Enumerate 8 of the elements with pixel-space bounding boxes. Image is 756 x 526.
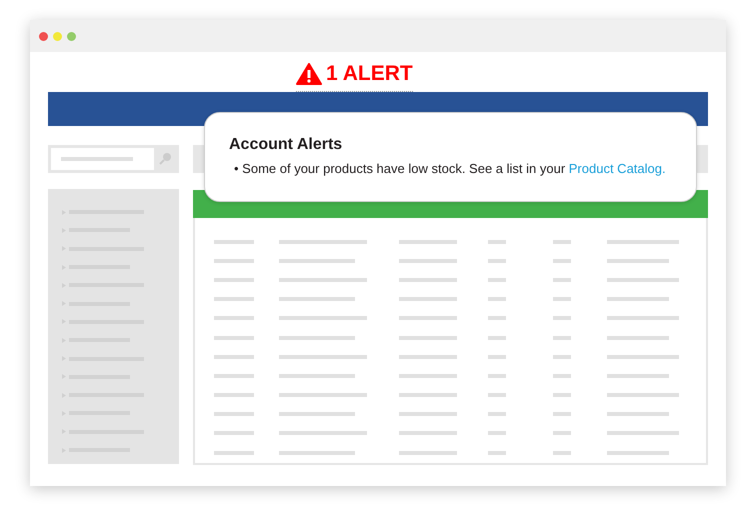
minimize-dot-icon[interactable]	[53, 32, 62, 40]
maximize-dot-icon[interactable]	[67, 32, 76, 40]
popup-title: Account Alerts	[229, 135, 344, 155]
warning-icon	[296, 63, 322, 85]
alert-message: • Some of your products have low stock. See a list in your Product Catalog.	[233, 160, 667, 178]
close-dot-icon[interactable]	[39, 32, 48, 40]
catalog-link[interactable]: Product Catalog.	[568, 161, 666, 176]
search-field[interactable]	[48, 145, 179, 173]
